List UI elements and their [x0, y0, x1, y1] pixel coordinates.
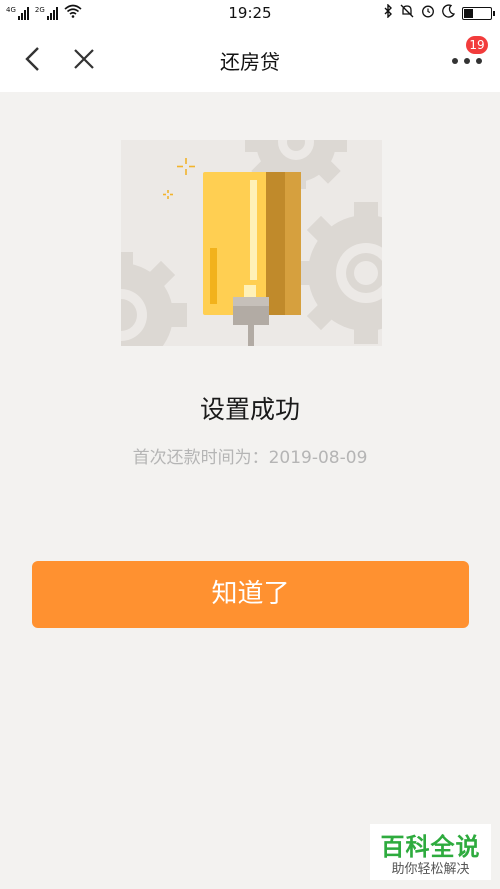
notification-badge: 19 [466, 36, 488, 54]
success-illustration [69, 92, 424, 367]
nav-bar: 还房贷 19 [0, 26, 500, 92]
first-repayment-date: 首次还款时间为：2019-08-09 [132, 448, 368, 468]
chevron-left-icon [25, 47, 39, 71]
battery-icon [462, 6, 495, 20]
more-icon-dot [476, 58, 482, 64]
bluetooth-icon [383, 3, 393, 22]
close-icon [74, 49, 94, 69]
watermark-title: 百科全说 [380, 833, 481, 861]
more-icon [452, 58, 458, 64]
more-icon-dot [464, 58, 470, 64]
status-right [383, 3, 495, 22]
baike-watermark: 百科全说 助你轻松解决 [370, 824, 491, 880]
status-bar: 4G 2G 19:25 [0, 0, 500, 26]
alarm-icon [421, 4, 435, 22]
got-it-button[interactable]: 知道了 [32, 561, 469, 628]
watermark-subtitle: 助你轻松解决 [391, 862, 470, 877]
mute-bell-icon [400, 4, 414, 22]
close-button[interactable] [72, 47, 96, 71]
moon-icon [442, 4, 456, 22]
card-gear-illustration [69, 92, 424, 367]
more-button[interactable] [448, 52, 486, 72]
success-title: 设置成功 [199, 395, 300, 424]
back-button[interactable] [22, 45, 46, 73]
